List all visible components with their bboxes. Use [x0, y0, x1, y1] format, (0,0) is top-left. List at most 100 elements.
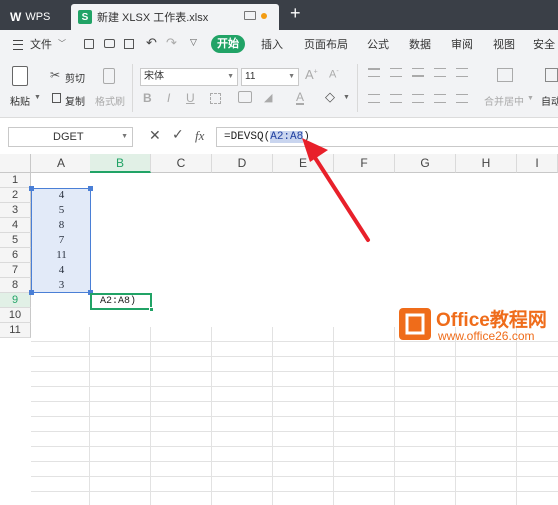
column-header-i[interactable]: I [517, 154, 558, 173]
column-header-f[interactable]: F [334, 154, 395, 173]
paste-button[interactable]: 粘贴 [10, 93, 30, 108]
row-header-3[interactable]: 3 [0, 203, 31, 218]
italic-icon[interactable]: I [167, 91, 170, 105]
paste-dropdown-icon[interactable]: ▼ [34, 94, 41, 101]
decrease-font-icon[interactable]: A- [329, 68, 339, 81]
font-name-value: 宋体 [144, 71, 164, 82]
row-gridline [31, 386, 558, 387]
row-header-2[interactable]: 2 [0, 188, 31, 203]
active-cell-b9[interactable]: A2:A8) [90, 293, 152, 310]
distributed-icon[interactable] [456, 94, 468, 103]
wrap-text-icon[interactable] [545, 68, 558, 82]
chevron-down-icon[interactable]: ▼ [343, 94, 350, 101]
column-header-d[interactable]: D [212, 154, 273, 173]
clear-format-icon[interactable]: ◇ [325, 89, 335, 105]
font-name-select[interactable]: 宋体 ▼ [140, 68, 238, 86]
merge-center-button[interactable]: 合并居中 [484, 93, 524, 108]
column-header-b[interactable]: B [90, 154, 151, 173]
row-header-7[interactable]: 7 [0, 263, 31, 278]
align-right-icon[interactable] [412, 94, 424, 103]
menu-review[interactable]: 审阅 [451, 36, 473, 52]
insert-function-icon[interactable]: fx [195, 128, 204, 144]
hamburger-icon[interactable] [13, 40, 23, 50]
chevron-down-icon: ▼ [121, 133, 128, 140]
shading-icon[interactable]: ◢ [264, 91, 272, 104]
row-header-9[interactable]: 9 [0, 293, 31, 308]
underline-icon[interactable]: U [186, 91, 195, 105]
fill-handle[interactable] [149, 307, 154, 312]
font-size-select[interactable]: 11 ▼ [241, 68, 299, 86]
font-size-value: 11 [245, 71, 256, 82]
scissors-icon[interactable]: ✂ [50, 68, 60, 82]
bold-icon[interactable]: B [143, 91, 152, 105]
menu-page-layout[interactable]: 页面布局 [304, 36, 348, 52]
align-bottom-icon[interactable] [412, 68, 424, 77]
row-header-5[interactable]: 5 [0, 233, 31, 248]
indent-icon[interactable] [434, 68, 446, 77]
tab-wps-home[interactable]: W WPS [2, 4, 68, 30]
row-header-1[interactable]: 1 [0, 173, 31, 188]
chevron-down-icon[interactable]: ▼ [527, 95, 534, 102]
cut-button[interactable]: 剪切 [65, 70, 85, 85]
format-painter-icon[interactable] [103, 68, 115, 84]
range-handle[interactable] [29, 186, 34, 191]
wrap-text-button[interactable]: 自动 [541, 93, 558, 108]
range-handle[interactable] [29, 290, 34, 295]
menu-file[interactable]: 文件 [30, 36, 52, 52]
column-header-h[interactable]: H [456, 154, 517, 173]
watermark-url: www.office26.com [438, 329, 535, 343]
format-painter-button[interactable]: 格式刷 [95, 93, 125, 108]
align-center-icon[interactable] [390, 94, 402, 103]
copy-button[interactable]: 复制 [65, 93, 85, 108]
row-header-8[interactable]: 8 [0, 278, 31, 293]
border-icon[interactable] [210, 93, 221, 104]
menu-insert[interactable]: 插入 [261, 36, 283, 52]
menu-data[interactable]: 数据 [409, 36, 431, 52]
row-header-10[interactable]: 10 [0, 308, 31, 323]
column-header-g[interactable]: G [395, 154, 456, 173]
monitor-icon[interactable] [244, 11, 256, 20]
row-header-4[interactable]: 4 [0, 218, 31, 233]
save-icon[interactable] [84, 39, 94, 49]
row-header-6[interactable]: 6 [0, 248, 31, 263]
tab-document[interactable]: S 新建 XLSX 工作表.xlsx [71, 4, 279, 30]
cancel-formula-icon[interactable]: ✕ [149, 127, 161, 144]
align-left-icon[interactable] [368, 94, 380, 103]
tab-document-label: 新建 XLSX 工作表.xlsx [97, 12, 209, 24]
quick-access-dropdown-icon[interactable]: ▽ [190, 37, 197, 48]
wps-logo-icon: W [10, 10, 22, 24]
column-gridline [516, 327, 517, 505]
formula-input[interactable]: =DEVSQ(A2:A8) [216, 127, 558, 147]
menu-start-button[interactable]: 开始 [211, 35, 245, 53]
row-header-11[interactable]: 11 [0, 323, 31, 338]
copy-icon[interactable] [52, 93, 61, 103]
column-gridline [394, 327, 395, 505]
menu-formulas[interactable]: 公式 [367, 36, 389, 52]
merge-center-icon[interactable] [497, 68, 513, 82]
print-icon[interactable] [104, 39, 115, 48]
menu-view[interactable]: 视图 [493, 36, 515, 52]
print-preview-icon[interactable] [124, 39, 134, 49]
redo-icon[interactable]: ↷ [166, 35, 177, 51]
column-header-c[interactable]: C [151, 154, 212, 173]
outdent-icon[interactable] [456, 68, 468, 77]
menu-security[interactable]: 安全 [533, 36, 555, 52]
chevron-down-icon[interactable]: ﹀ [58, 38, 66, 49]
new-tab-button[interactable]: + [290, 3, 301, 24]
column-header-a[interactable]: A [31, 154, 92, 173]
font-color-icon[interactable]: A [296, 91, 305, 105]
range-handle[interactable] [88, 186, 93, 191]
align-top-icon[interactable] [368, 68, 380, 77]
paste-icon[interactable] [12, 66, 28, 86]
confirm-formula-icon[interactable]: ✓ [172, 126, 184, 143]
row-gridline [31, 431, 558, 432]
select-all-corner[interactable] [0, 154, 31, 173]
align-middle-icon[interactable] [390, 68, 402, 77]
column-header-e[interactable]: E [273, 154, 334, 173]
name-box[interactable]: DGET ▼ [8, 127, 133, 147]
undo-icon[interactable]: ↶ [146, 35, 157, 51]
column-gridline [272, 327, 273, 505]
justify-icon[interactable] [434, 94, 446, 103]
increase-font-icon[interactable]: A+ [305, 67, 318, 82]
fill-color-icon[interactable] [238, 91, 252, 103]
